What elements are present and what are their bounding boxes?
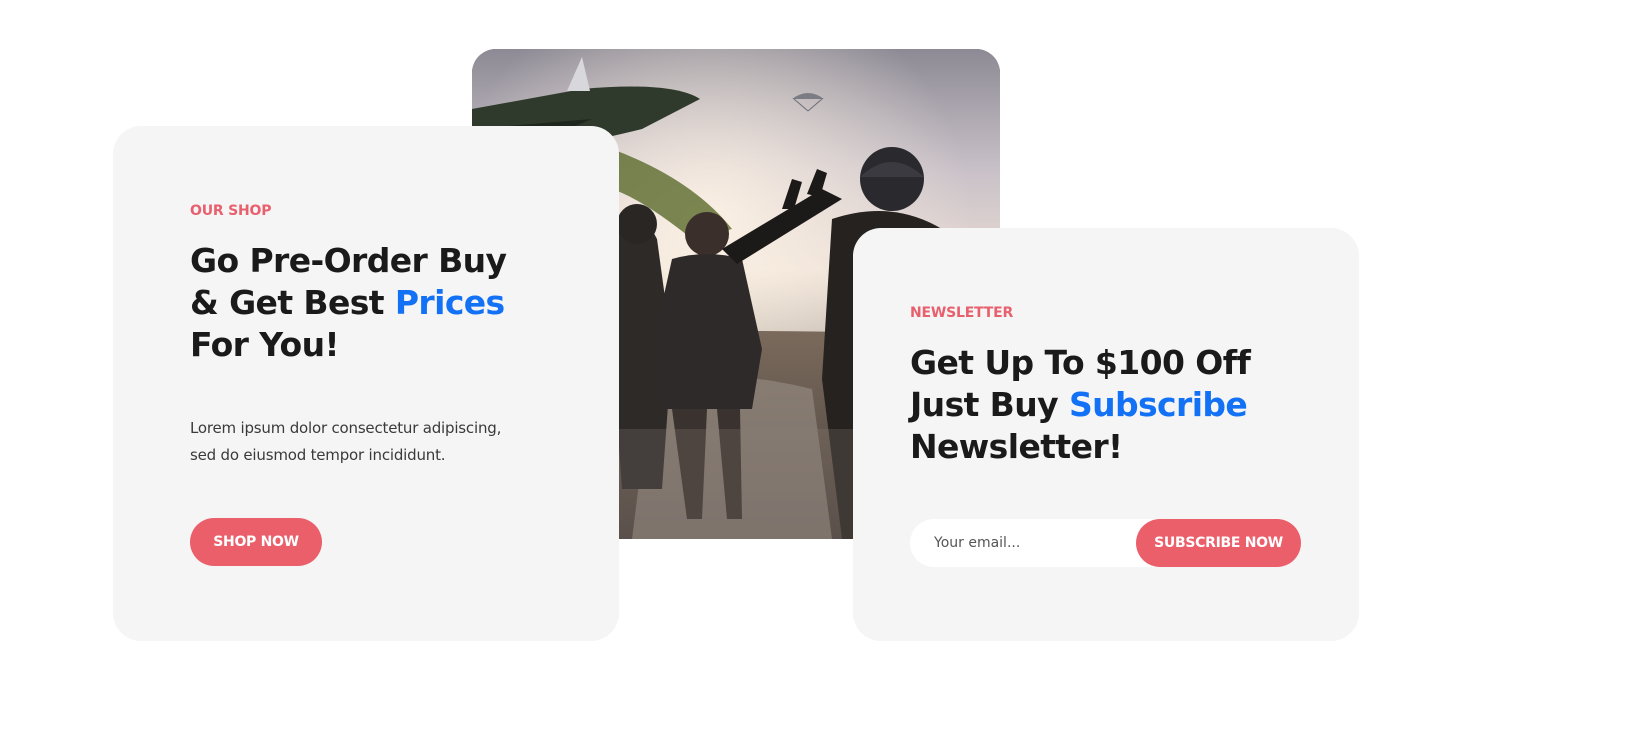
- newsletter-heading-accent: Subscribe: [1068, 385, 1248, 424]
- shop-now-button[interactable]: SHOP NOW: [190, 518, 322, 566]
- subscribe-now-button[interactable]: SUBSCRIBE NOW: [1136, 519, 1301, 567]
- shop-heading-accent: Prices: [394, 283, 505, 322]
- subscribe-form: SUBSCRIBE NOW: [910, 519, 1301, 567]
- shop-description: Lorem ipsum dolor consectetur adipiscing…: [190, 415, 530, 469]
- newsletter-card: NEWSLETTER Get Up To $100 Off Just Buy S…: [853, 228, 1359, 641]
- shop-heading-line1: Go Pre-Order Buy: [190, 241, 507, 280]
- newsletter-heading-line1: Get Up To $100 Off: [910, 343, 1251, 382]
- newsletter-eyebrow: NEWSLETTER: [910, 305, 1014, 321]
- shop-eyebrow: OUR SHOP: [190, 203, 272, 219]
- newsletter-heading: Get Up To $100 Off Just Buy Subscribe Ne…: [910, 342, 1303, 468]
- shop-heading-line2-prefix: & Get Best: [190, 283, 395, 322]
- shop-heading: Go Pre-Order Buy & Get Best Prices For Y…: [190, 240, 543, 366]
- newsletter-heading-line2-prefix: Just Buy: [910, 385, 1069, 424]
- shop-description-line2: sed do eiusmod tempor incididunt.: [190, 446, 446, 464]
- shop-heading-line3: For You!: [190, 325, 340, 364]
- newsletter-heading-line3: Newsletter!: [910, 427, 1123, 466]
- shop-card: OUR SHOP Go Pre-Order Buy & Get Best Pri…: [113, 126, 619, 641]
- shop-description-line1: Lorem ipsum dolor consectetur adipiscing…: [190, 419, 502, 437]
- email-input[interactable]: [910, 519, 1170, 567]
